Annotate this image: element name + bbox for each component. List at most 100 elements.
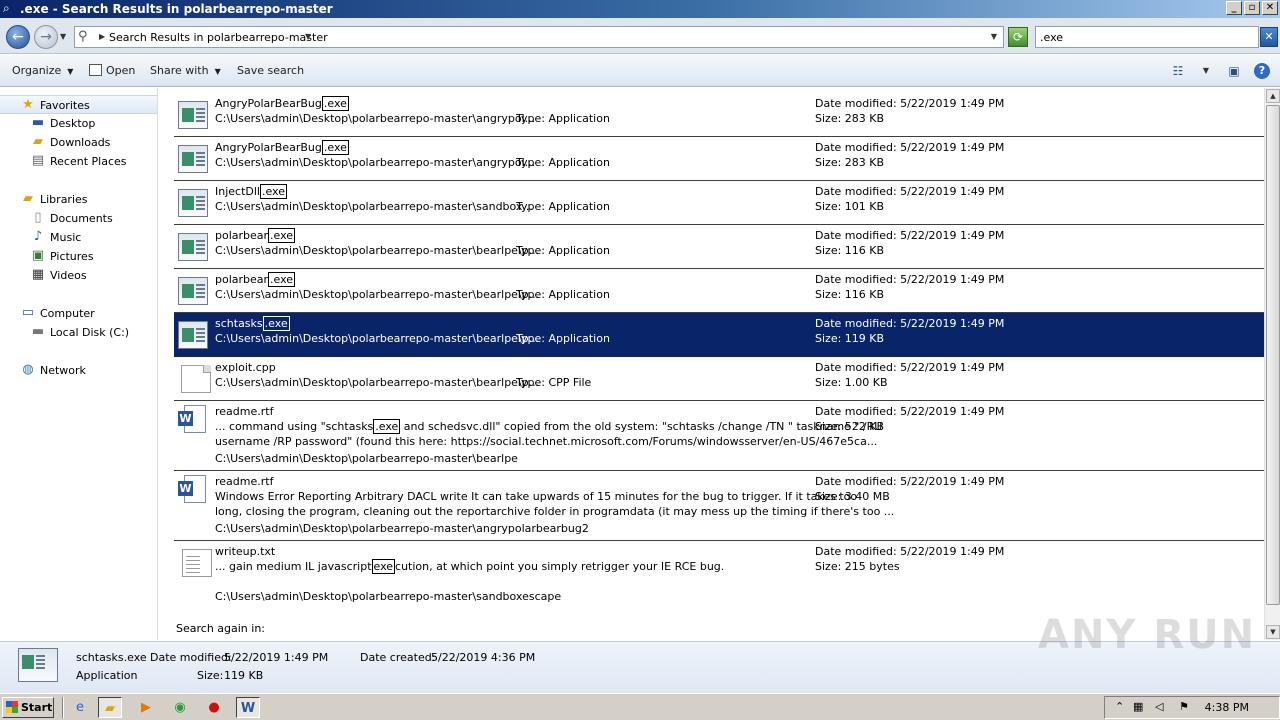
result-item[interactable]: InjectDll .exe C:\Users\admin\Desktop\pol… bbox=[174, 181, 1264, 225]
nav-network[interactable]: ◍ Network bbox=[0, 361, 157, 380]
show-hidden-icons-icon[interactable]: ⌃ bbox=[1115, 700, 1124, 713]
search-input[interactable]: .exe bbox=[1035, 26, 1259, 48]
result-path: C:\Users\admin\Desktop\polarbearrepo-mas… bbox=[215, 156, 536, 169]
result-name: writeup.txt bbox=[215, 545, 276, 558]
result-item[interactable]: W readme.rtf ... command using "schtasks… bbox=[174, 401, 1264, 471]
open-button[interactable]: Open bbox=[89, 64, 135, 77]
save-search-button[interactable]: Save search bbox=[237, 64, 304, 77]
result-size: Size: 116 KB bbox=[815, 288, 885, 301]
result-name: readme.rtf bbox=[215, 475, 274, 488]
recent-pages-dropdown-icon[interactable]: ▼ bbox=[60, 32, 66, 41]
chevron-down-icon: ▼ bbox=[67, 67, 74, 76]
details-modified-value: 5/22/2019 1:49 PM bbox=[224, 651, 329, 664]
nav-pictures[interactable]: ▣ Pictures bbox=[0, 247, 157, 266]
nav-computer[interactable]: ▭ Computer bbox=[0, 304, 157, 323]
breadcrumb-search-results[interactable]: Search Results in polarbearrepo-master bbox=[109, 31, 328, 44]
result-item[interactable]: AngryPolarBearBug .exe C:\Users\admin\Des… bbox=[174, 137, 1264, 181]
result-item[interactable]: polarbear .exe C:\Users\admin\Desktop\pol… bbox=[174, 225, 1264, 269]
close-button[interactable]: ✕ bbox=[1262, 1, 1278, 15]
opera-icon[interactable]: ● bbox=[202, 697, 226, 718]
result-item[interactable]: writeup.txt ... gain medium IL javascrip… bbox=[174, 541, 1264, 611]
command-bar: Organize ▼ Open Share with ▼ Save search ☷… bbox=[0, 55, 1280, 87]
clear-search-button[interactable]: ✕ bbox=[1260, 27, 1278, 47]
result-date-modified: Date modified: 5/22/2019 1:49 PM bbox=[815, 97, 1005, 110]
result-size: Size: 283 KB bbox=[815, 156, 885, 169]
result-item-selected[interactable]: schtasks .exe C:\Users\admin\Desktop\pola… bbox=[174, 313, 1264, 357]
scroll-up-icon[interactable]: ▲ bbox=[1266, 89, 1280, 103]
scroll-thumb[interactable] bbox=[1266, 105, 1280, 605]
nav-desktop[interactable]: ▬ Desktop bbox=[0, 114, 157, 133]
chevron-down-icon: ▼ bbox=[214, 67, 221, 76]
match-highlight: .exe bbox=[321, 96, 349, 111]
result-item[interactable]: polarbear .exe C:\Users\admin\Desktop\pol… bbox=[174, 269, 1264, 313]
nav-downloads-label: Downloads bbox=[50, 136, 111, 149]
breadcrumb-dropdown-icon[interactable]: ▼ bbox=[305, 32, 311, 41]
share-with-label: Share with bbox=[150, 64, 209, 77]
match-highlight: .exe bbox=[268, 228, 296, 243]
result-item[interactable]: exploit.cpp C:\Users\admin\Desktop\polar… bbox=[174, 357, 1264, 401]
preview-pane-icon[interactable]: ▣ bbox=[1226, 63, 1242, 79]
nav-favorites[interactable]: ★ Favorites bbox=[0, 95, 157, 114]
organize-label: Organize bbox=[12, 64, 62, 77]
vertical-scrollbar[interactable]: ▲ ▼ bbox=[1264, 88, 1280, 640]
scroll-down-icon[interactable]: ▼ bbox=[1266, 625, 1280, 639]
minimize-button[interactable]: _ bbox=[1226, 1, 1242, 15]
view-options-dropdown-icon[interactable]: ▼ bbox=[1198, 63, 1214, 79]
action-center-flag-icon[interactable]: ⚑ bbox=[1179, 700, 1189, 713]
address-history-dropdown-icon[interactable]: ▼ bbox=[991, 32, 997, 41]
help-icon[interactable]: ? bbox=[1254, 63, 1270, 79]
word-icon[interactable]: W bbox=[236, 697, 260, 718]
result-date-modified: Date modified: 5/22/2019 1:49 PM bbox=[815, 545, 1005, 558]
windows-explorer-icon[interactable]: ▰ bbox=[98, 697, 122, 718]
nav-recent-places[interactable]: ▤ Recent Places bbox=[0, 152, 157, 171]
result-name: AngryPolarBearBug .exe bbox=[215, 96, 349, 111]
application-icon bbox=[178, 233, 208, 261]
result-type: Type: Application bbox=[516, 332, 610, 345]
application-icon bbox=[178, 101, 208, 129]
result-date-modified: Date modified: 5/22/2019 1:49 PM bbox=[815, 475, 1005, 488]
refresh-button[interactable]: ⟳ bbox=[1008, 27, 1028, 47]
application-icon bbox=[178, 321, 208, 349]
nav-documents[interactable]: ▯ Documents bbox=[0, 209, 157, 228]
result-path: C:\Users\admin\Desktop\polarbearrepo-mas… bbox=[215, 288, 540, 301]
match-highlight: .exe bbox=[259, 184, 287, 199]
nav-local-disk[interactable]: ▬ Local Disk (C:) bbox=[0, 323, 157, 342]
text-file-icon bbox=[182, 549, 212, 577]
address-bar[interactable]: ⚲ ▶ Search Results in polarbearrepo-mast… bbox=[74, 26, 1004, 48]
network-tray-icon[interactable]: ▦ bbox=[1133, 700, 1143, 713]
organize-button[interactable]: Organize ▼ bbox=[12, 64, 73, 77]
nav-libraries-label: Libraries bbox=[40, 193, 88, 206]
nav-downloads[interactable]: ▰ Downloads bbox=[0, 133, 157, 152]
result-name: InjectDll .exe bbox=[215, 184, 287, 199]
maximize-button[interactable]: ▫ bbox=[1244, 1, 1260, 15]
result-snippet: ... command using "schtasks .exe and sche… bbox=[215, 419, 883, 434]
chrome-icon[interactable]: ◉ bbox=[168, 697, 192, 718]
nav-music[interactable]: ♪ Music bbox=[0, 228, 157, 247]
media-player-icon[interactable]: ▶ bbox=[134, 697, 158, 718]
volume-icon[interactable]: ◁ bbox=[1155, 700, 1163, 713]
internet-explorer-icon[interactable]: e bbox=[68, 697, 92, 718]
nav-network-label: Network bbox=[40, 364, 86, 377]
start-label: Start bbox=[21, 701, 53, 714]
breadcrumb-arrow-icon[interactable]: ▶ bbox=[99, 32, 105, 41]
result-item[interactable]: W readme.rtf Windows Error Reporting Arb… bbox=[174, 471, 1264, 541]
result-type: Type: Application bbox=[516, 288, 610, 301]
result-size: Size: 1.00 KB bbox=[815, 376, 888, 389]
details-created-value: 5/22/2019 4:36 PM bbox=[431, 651, 536, 664]
nav-documents-label: Documents bbox=[50, 212, 113, 225]
result-path: C:\Users\admin\Desktop\polarbearrepo-mas… bbox=[215, 244, 540, 257]
details-type: Application bbox=[76, 669, 138, 682]
nav-videos[interactable]: ▦ Videos bbox=[0, 266, 157, 285]
nav-libraries[interactable]: ▰ Libraries bbox=[0, 190, 157, 209]
share-with-button[interactable]: Share with ▼ bbox=[150, 64, 221, 77]
start-button[interactable]: Start bbox=[2, 697, 54, 718]
back-button[interactable]: ← bbox=[6, 25, 30, 49]
result-name: polarbear .exe bbox=[215, 228, 296, 243]
forward-button[interactable]: → bbox=[34, 25, 58, 49]
downloads-folder-icon: ▰ bbox=[33, 134, 43, 149]
clock[interactable]: 4:38 PM bbox=[1205, 701, 1249, 714]
change-view-icon[interactable]: ☷ bbox=[1170, 63, 1186, 79]
word-document-icon: W bbox=[178, 405, 208, 433]
result-item[interactable]: AngryPolarBearBug .exe C:\Users\admin\Des… bbox=[174, 93, 1264, 137]
result-path: C:\Users\admin\Desktop\polarbearrepo-mas… bbox=[215, 522, 589, 535]
